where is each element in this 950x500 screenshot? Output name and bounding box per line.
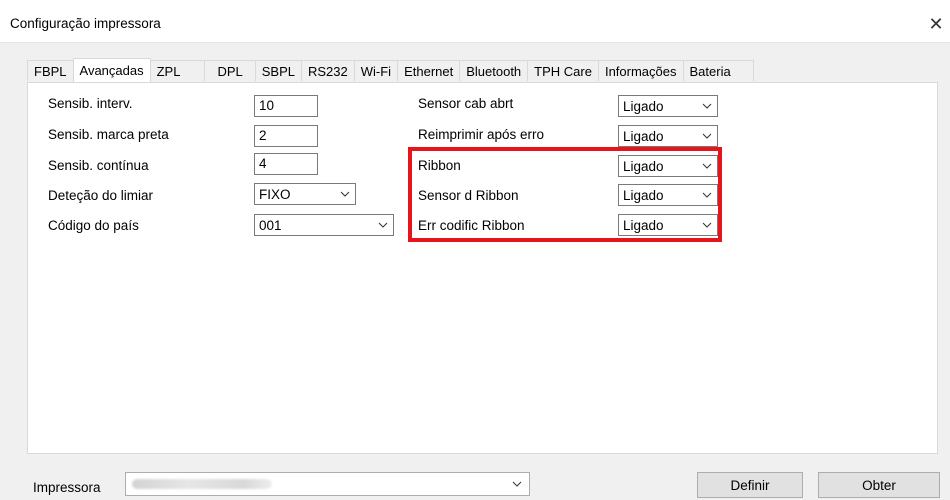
tab-tph-care[interactable]: TPH Care bbox=[527, 60, 599, 81]
chevron-down-icon bbox=[701, 189, 713, 201]
sensor-d-ribbon-select[interactable]: Ligado bbox=[618, 184, 718, 206]
ribbon-value: Ligado bbox=[623, 158, 664, 174]
codigo-pais-label: Código do país bbox=[48, 218, 139, 233]
sensor-d-ribbon-value: Ligado bbox=[623, 187, 664, 203]
window-title: Configuração impressora bbox=[10, 16, 161, 31]
close-icon: ✕ bbox=[928, 13, 944, 34]
tab-sbpl[interactable]: SBPL bbox=[254, 60, 302, 81]
reimprimir-apos-erro-label: Reimprimir após erro bbox=[418, 127, 545, 142]
define-button[interactable]: Definir bbox=[697, 472, 803, 498]
sensib-continua-label: Sensib. contínua bbox=[48, 158, 149, 173]
chevron-down-icon bbox=[511, 478, 523, 490]
sensib-marca-preta-label: Sensib. marca preta bbox=[48, 127, 169, 142]
err-codific-ribbon-label: Err codific Ribbon bbox=[418, 218, 525, 233]
chevron-down-icon bbox=[377, 219, 389, 231]
sensor-cab-abrt-label: Sensor cab abrt bbox=[418, 96, 514, 111]
tab-fbpl[interactable]: FBPL bbox=[27, 60, 74, 81]
tab-informacoes[interactable]: Informações bbox=[597, 60, 684, 81]
err-codific-ribbon-value: Ligado bbox=[623, 217, 664, 233]
detecao-limiar-select[interactable]: FIXO bbox=[254, 183, 356, 205]
err-codific-ribbon-select[interactable]: Ligado bbox=[618, 214, 718, 236]
codigo-pais-select[interactable]: 001 bbox=[254, 214, 394, 236]
ribbon-label: Ribbon bbox=[418, 158, 461, 173]
chevron-down-icon bbox=[701, 160, 713, 172]
chevron-down-icon bbox=[701, 100, 713, 112]
sensib-interv-input[interactable]: 10 bbox=[254, 95, 318, 117]
tab-avancadas[interactable]: Avançadas bbox=[72, 58, 151, 82]
codigo-pais-value: 001 bbox=[259, 217, 282, 233]
chevron-down-icon bbox=[701, 130, 713, 142]
tab-zpl[interactable]: ZPL bbox=[149, 60, 206, 81]
ribbon-select[interactable]: Ligado bbox=[618, 155, 718, 177]
close-button[interactable]: ✕ bbox=[922, 10, 950, 38]
sensib-continua-input[interactable]: 4 bbox=[254, 153, 318, 175]
reimprimir-apos-erro-select[interactable]: Ligado bbox=[618, 125, 718, 147]
detecao-limiar-value: FIXO bbox=[259, 186, 291, 202]
tab-rs232[interactable]: RS232 bbox=[301, 60, 355, 81]
chevron-down-icon bbox=[701, 219, 713, 231]
sensor-cab-abrt-value: Ligado bbox=[623, 98, 664, 114]
obtain-button[interactable]: Obter bbox=[818, 472, 940, 498]
printer-label: Impressora bbox=[33, 480, 101, 495]
sensib-marca-preta-input[interactable]: 2 bbox=[254, 125, 318, 147]
tab-ethernet[interactable]: Ethernet bbox=[397, 60, 461, 81]
detecao-limiar-label: Deteção do limiar bbox=[48, 188, 154, 203]
tab-bluetooth[interactable]: Bluetooth bbox=[459, 60, 529, 81]
sensor-d-ribbon-label: Sensor d Ribbon bbox=[418, 188, 519, 203]
sensib-interv-label: Sensib. interv. bbox=[48, 96, 133, 111]
tab-wifi[interactable]: Wi-Fi bbox=[353, 60, 399, 81]
printer-name-redacted bbox=[132, 479, 272, 489]
printer-select[interactable] bbox=[125, 472, 530, 496]
tab-strip: FBPL Avançadas ZPL DPL SBPL RS232 Wi-Fi … bbox=[27, 58, 754, 82]
reimprimir-apos-erro-value: Ligado bbox=[623, 128, 664, 144]
sensor-cab-abrt-select[interactable]: Ligado bbox=[618, 95, 718, 117]
tab-bateria[interactable]: Bateria bbox=[682, 60, 754, 81]
tab-dpl[interactable]: DPL bbox=[204, 60, 256, 81]
chevron-down-icon bbox=[339, 188, 351, 200]
title-bar: Configuração impressora ✕ bbox=[0, 0, 950, 42]
